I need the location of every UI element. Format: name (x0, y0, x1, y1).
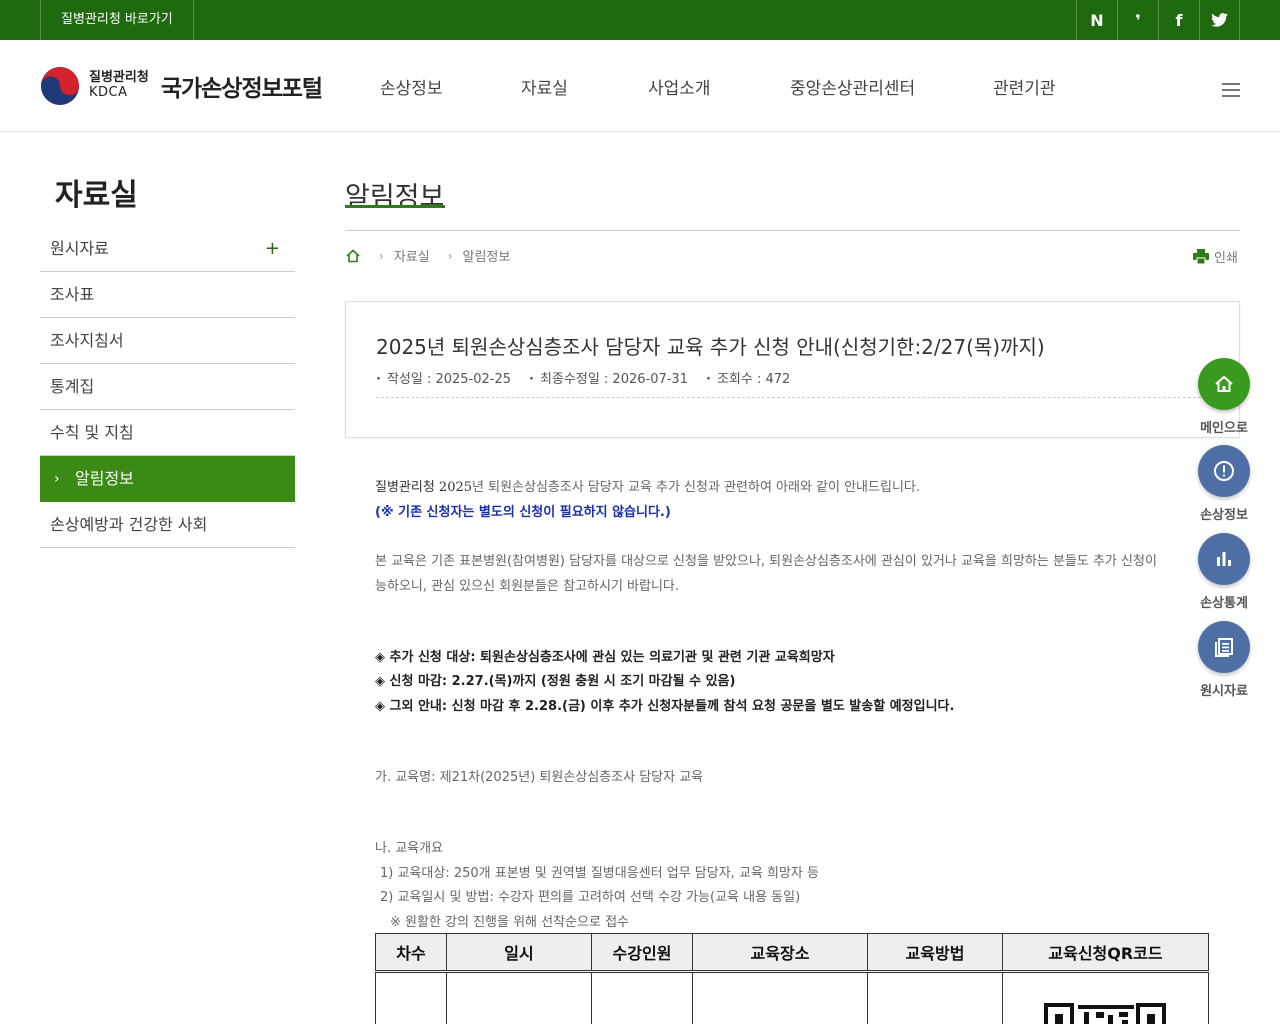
breadcrumb: › 자료실 › 알림정보 (345, 246, 510, 265)
title-underline (345, 205, 445, 208)
post-body-intro: 질병관리청 2025년 퇴원손상심층조사 담당자 교육 추가 신청과 관련하여 … (375, 476, 920, 495)
post-body-paragraph: 능하오니, 관심 있으신 회원분들은 참고하시기 바랍니다. (375, 579, 680, 594)
post-meta: 작성일 : 2025-02-25 최종수정일 : 2026-07-31 조회수 … (376, 368, 808, 387)
sidebar-item-questionnaire[interactable]: 조사표 (40, 272, 295, 318)
table-row (375, 971, 1209, 1024)
quick-menu-injury-stats[interactable]: 손상통계 (1198, 533, 1250, 611)
print-label: 인쇄 (1214, 251, 1238, 266)
alert-circle-icon[interactable] (1198, 445, 1250, 497)
quick-menu-label: 손상정보 (1200, 508, 1248, 523)
kakao-story-icon[interactable]: ❜ (1117, 0, 1158, 40)
quick-menu-label: 원시자료 (1200, 684, 1248, 699)
post-created-date: 작성일 : 2025-02-25 (376, 368, 511, 387)
post-body-notice: (※ 기존 신청자는 별도의 신청이 필요하지 않습니다.) (375, 505, 671, 520)
divider (376, 397, 1206, 398)
education-schedule-table: 차수 일시 수강인원 교육장소 교육방법 교육신청QR코드 (375, 933, 1209, 1024)
post-modified-date: 최종수정일 : 2026-07-31 (529, 368, 688, 387)
gnb-central-center[interactable]: 중앙손상관리센터 (790, 74, 915, 99)
breadcrumb-item-current[interactable]: 알림정보 (463, 246, 511, 265)
post-header: 2025년 퇴원손상심층조사 담당자 교육 추가 신청 안내(신청기한:2/27… (345, 301, 1240, 438)
table-header-cell: 차수 (375, 933, 447, 973)
quick-menu-main[interactable]: 메인으로 (1198, 358, 1250, 436)
twitter-icon[interactable] (1199, 0, 1240, 40)
chevron-right-icon: › (54, 471, 60, 487)
org-name-english: KDCA (89, 85, 128, 100)
chevron-right-icon: › (379, 248, 384, 263)
bar-chart-icon[interactable] (1198, 533, 1250, 585)
quick-menu-label: 메인으로 (1200, 421, 1248, 436)
sidebar-item-label: 조사지침서 (50, 331, 124, 350)
sidebar-title: 자료실 (55, 178, 138, 213)
plus-icon[interactable]: + (265, 226, 280, 272)
post-subject: 2025년 퇴원손상심층조사 담당자 교육 추가 신청 안내(신청기한:2/27… (376, 335, 1045, 359)
sidebar-item-label: 통계집 (50, 377, 95, 396)
post-body-bullet: ◈ 추가 신청 대상: 퇴원손상심층조사에 관심 있는 의료기관 및 관련 기관… (375, 650, 835, 665)
kdca-emblem-icon (41, 67, 79, 105)
sidebar-item-label: 손상예방과 건강한 사회 (50, 515, 208, 534)
printer-icon (1193, 249, 1209, 264)
intro-text: 년 퇴원손상심층조사 담당자 교육 추가 신청과 관련하여 아래와 같이 안내드… (472, 480, 920, 495)
gnb-related-orgs[interactable]: 관련기관 (993, 74, 1056, 99)
divider (345, 230, 1240, 231)
top-utility-bar: 질병관리청 바로가기 N ❜ f (0, 0, 1280, 40)
gnb-library[interactable]: 자료실 (521, 74, 568, 99)
table-cell (867, 971, 1003, 1024)
quick-menu-raw-data[interactable]: 원시자료 (1198, 621, 1250, 699)
table-header-row: 차수 일시 수강인원 교육장소 교육방법 교육신청QR코드 (375, 933, 1209, 973)
home-icon[interactable] (345, 248, 361, 264)
quick-menu-label: 손상통계 (1200, 596, 1248, 611)
naver-blog-icon[interactable]: N (1076, 0, 1117, 40)
post-body-overview-item: 1) 교육대상: 250개 표본병 및 권역별 질병대응센터 업무 담당자, 교… (380, 866, 819, 881)
table-header-cell: 수강인원 (591, 933, 693, 973)
post-body-overview-heading: 나. 교육개요 (375, 841, 444, 856)
sidebar-item-label: 원시자료 (50, 239, 109, 258)
gnb-injury-info[interactable]: 손상정보 (380, 74, 443, 99)
table-header-cell: 교육신청QR코드 (1002, 933, 1209, 973)
intro-prefix: 질병관리청 2025 (375, 480, 473, 495)
sidebar-item-label: 조사표 (50, 285, 95, 304)
post-body-paragraph: 본 교육은 기존 표본병원(참여병원) 담당자를 대상으로 신청을 받았으나, … (375, 554, 1157, 569)
document-list-icon[interactable] (1198, 621, 1250, 673)
sidebar-item-guidelines[interactable]: 수칙 및 지침 (40, 410, 295, 456)
table-header-cell: 교육방법 (867, 933, 1003, 973)
table-cell (1002, 971, 1209, 1024)
site-logo[interactable]: 질병관리청 KDCA 국가손상정보포털 (40, 66, 323, 106)
table-header-cell: 일시 (446, 933, 592, 973)
table-cell (692, 971, 868, 1024)
gnb-business[interactable]: 사업소개 (648, 74, 711, 99)
table-cell (375, 971, 447, 1024)
sidebar-nav: 원시자료 + 조사표 조사지침서 통계집 수칙 및 지침 › 알림정보 손상예방… (40, 226, 295, 548)
post-body-overview-item: 2) 교육일시 및 방법: 수강자 편의를 고려하여 선택 수강 가능(교육 내… (380, 890, 801, 905)
sns-links: N ❜ f (1076, 0, 1240, 40)
sidebar-item-survey-guide[interactable]: 조사지침서 (40, 318, 295, 364)
site-header: 질병관리청 KDCA 국가손상정보포털 손상정보 자료실 사업소개 중앙손상관리… (0, 40, 1280, 132)
post-body-bullet: ◈ 그외 안내: 신청 마감 후 2.28.(금) 이후 추가 신청자분들께 참… (375, 699, 955, 714)
menu-icon[interactable] (1222, 83, 1240, 101)
org-name-korean: 질병관리청 (89, 70, 149, 86)
table-cell (591, 971, 693, 1024)
home-icon[interactable] (1198, 358, 1250, 410)
post-body-bullet: ◈ 신청 마감: 2.27.(목)까지 (정원 충원 시 조기 마감될 수 있음… (375, 674, 736, 689)
page-title: 알림정보 (345, 182, 445, 213)
sidebar-item-prevention[interactable]: 손상예방과 건강한 사회 (40, 502, 295, 548)
portal-name: 국가손상정보포털 (160, 76, 323, 102)
post-body-overview-note: ※ 원활한 강의 진행을 위해 선착순으로 접수 (390, 915, 630, 930)
qr-code-icon (1043, 1003, 1168, 1024)
chevron-right-icon: › (447, 248, 453, 263)
facebook-icon[interactable]: f (1158, 0, 1199, 40)
kdca-shortcut-link[interactable]: 질병관리청 바로가기 (40, 0, 194, 40)
sidebar-item-raw-data[interactable]: 원시자료 + (40, 226, 295, 272)
table-cell (446, 971, 592, 1024)
sidebar-item-label: 알림정보 (75, 469, 134, 488)
sidebar-item-notices[interactable]: › 알림정보 (40, 456, 295, 502)
table-header-cell: 교육장소 (692, 933, 868, 973)
post-view-count: 조회수 : 472 (706, 368, 790, 387)
breadcrumb-item[interactable]: 자료실 (394, 246, 430, 265)
post-body-course-name: 가. 교육명: 제21차(2025년) 퇴원손상심층조사 담당자 교육 (375, 770, 704, 785)
print-button[interactable]: 인쇄 (1193, 247, 1238, 266)
sidebar-item-statistics[interactable]: 통계집 (40, 364, 295, 410)
sidebar-item-label: 수칙 및 지침 (50, 423, 134, 442)
quick-menu-injury-info[interactable]: 손상정보 (1198, 445, 1250, 523)
